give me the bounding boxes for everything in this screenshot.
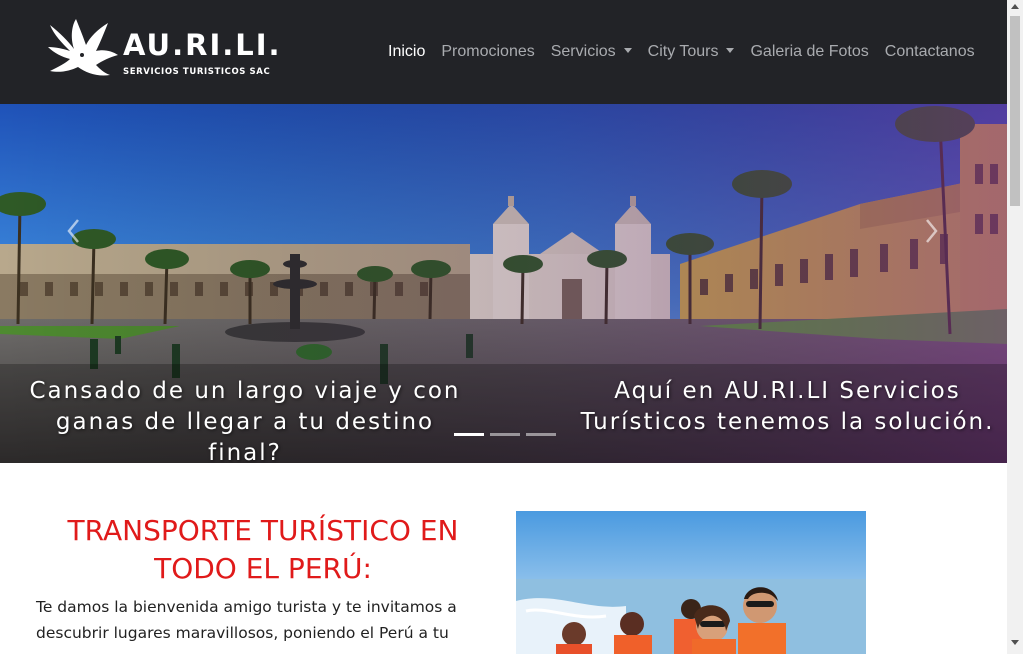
carousel-indicator[interactable] [490, 433, 520, 436]
intro-paragraph: Te damos la bienvenida amigo turista y t… [36, 598, 457, 642]
carousel-caption-right: Aquí en AU.RI.LI Servicios Turísticos te… [580, 378, 995, 435]
photo-image [516, 511, 866, 654]
carousel-caption-left: Cansado de un largo viaje y con ganas de… [29, 378, 461, 463]
carousel-prev-button[interactable] [64, 216, 84, 246]
tourists-boat-photo [516, 511, 866, 654]
scroll-up-arrow-icon[interactable] [1011, 4, 1019, 9]
chevron-left-icon [67, 219, 79, 243]
scroll-thumb[interactable] [1010, 16, 1020, 206]
nav-item-label: City Tours [647, 43, 719, 60]
section-heading: TRANSPORTE TURÍSTICO EN TODO EL PERÚ: [67, 514, 459, 585]
main-nav: Inicio Promociones Servicios City Tours … [380, 40, 983, 64]
nav-item-label: Contactanos [884, 43, 975, 60]
nav-item-label: Inicio [388, 43, 426, 60]
navbar: AU.RI.LI. SERVICIOS TURISTICOS SAC Inici… [0, 0, 1007, 104]
nav-item-servicios[interactable]: Servicios [543, 40, 640, 64]
brand-title: AU.RI.LI. [123, 28, 282, 62]
nav-item-label: Promociones [441, 43, 535, 60]
bird-logo-icon [48, 19, 118, 76]
chevron-right-icon [926, 219, 938, 243]
nav-item-inicio[interactable]: Inicio [380, 40, 433, 64]
hero-carousel: Cansado de un largo viaje y con ganas de… [0, 104, 1007, 463]
nav-item-label: Servicios [550, 43, 616, 60]
nav-item-promociones[interactable]: Promociones [433, 40, 542, 64]
brand-logo[interactable]: AU.RI.LI. SERVICIOS TURISTICOS SAC [46, 15, 286, 81]
carousel-indicators [454, 433, 556, 436]
page: AU.RI.LI. SERVICIOS TURISTICOS SAC Inici… [0, 0, 1007, 654]
nav-item-city-tours[interactable]: City Tours [640, 40, 743, 64]
carousel-indicator[interactable] [454, 433, 484, 436]
caret-down-icon [726, 48, 735, 53]
scroll-down-arrow-icon[interactable] [1011, 640, 1019, 645]
vertical-scrollbar[interactable] [1007, 0, 1023, 654]
nav-item-galeria[interactable]: Galeria de Fotos [742, 40, 876, 64]
carousel-indicator[interactable] [526, 433, 556, 436]
nav-item-label: Galeria de Fotos [750, 43, 869, 60]
carousel-next-button[interactable] [921, 216, 941, 246]
caret-down-icon [623, 48, 632, 53]
nav-item-contactanos[interactable]: Contactanos [877, 40, 983, 64]
brand-subtitle: SERVICIOS TURISTICOS SAC [123, 67, 271, 77]
